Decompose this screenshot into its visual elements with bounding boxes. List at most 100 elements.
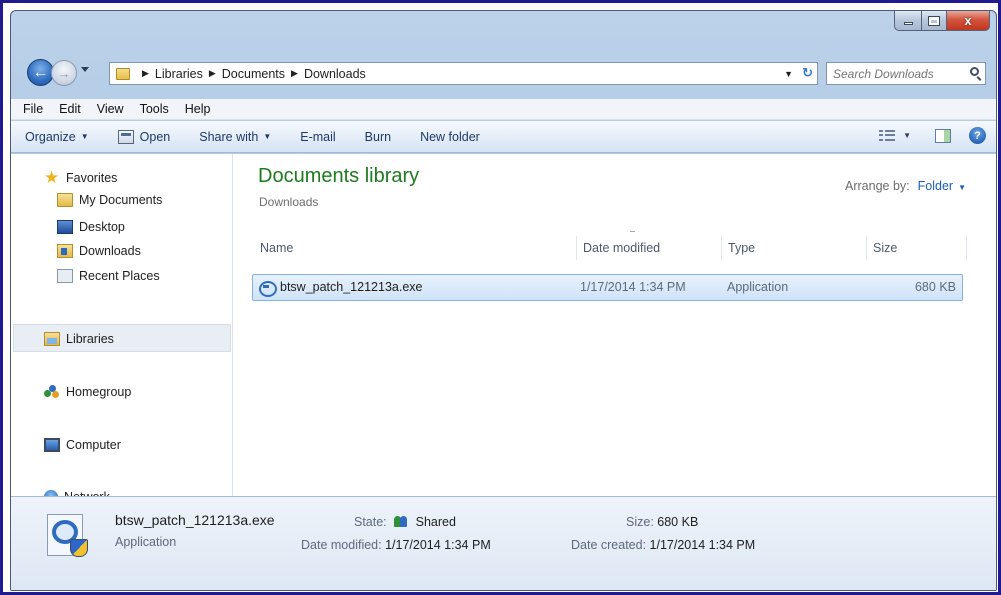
executable-icon — [259, 279, 277, 297]
breadcrumb-separator-icon[interactable]: ▶ — [291, 68, 298, 79]
sidebar-item-label: Recent Places — [79, 269, 160, 283]
column-header-date-modified[interactable]: Date modified — [577, 236, 722, 260]
recent-pages-dropdown[interactable] — [81, 67, 89, 72]
address-dropdown-icon[interactable]: ▼ — [784, 69, 793, 79]
sidebar-item-label: My Documents — [79, 193, 163, 207]
library-subtitle: Downloads — [259, 195, 319, 209]
email-button[interactable]: E-mail — [300, 130, 335, 144]
recent-places-icon — [57, 269, 73, 283]
help-icon[interactable]: ? — [969, 127, 986, 144]
burn-button[interactable]: Burn — [365, 130, 391, 144]
sidebar-item-libraries[interactable]: Libraries — [44, 332, 114, 346]
arrange-by-dropdown[interactable]: Folder — [918, 179, 953, 193]
menu-view[interactable]: View — [89, 102, 132, 116]
details-size: Size: 680 KB — [626, 515, 698, 529]
library-title: Documents library — [258, 165, 420, 187]
sidebar-item-recent-places[interactable]: Recent Places — [57, 269, 160, 283]
view-controls: ▼ ? — [879, 127, 986, 144]
file-type: Application — [727, 280, 789, 294]
details-state-value: Shared — [415, 515, 456, 529]
breadcrumb-downloads[interactable]: Downloads — [304, 67, 366, 81]
details-pane: btsw_patch_121213a.exe Application State… — [11, 496, 996, 590]
organize-button[interactable]: Organize ▼ — [25, 130, 89, 144]
chevron-down-icon[interactable]: ▼ — [903, 131, 911, 140]
file-date-modified: 1/17/2014 1:34 PM — [580, 280, 686, 294]
change-view-icon[interactable] — [879, 129, 896, 142]
address-bar[interactable]: ▶ Libraries ▶ Documents ▶ Downloads ▼ ↻ — [109, 62, 818, 85]
command-bar: Organize ▼ Open Share with ▼ E-mail Burn N… — [11, 121, 996, 153]
sort-indicator-icon — [630, 231, 635, 234]
page-frame: x ← → ▶ Libraries ▶ Documents ▶ Download… — [0, 0, 1001, 595]
details-date-modified-label: Date modified: — [301, 538, 382, 552]
arrange-by-label: Arrange by: — [845, 179, 910, 193]
share-with-button[interactable]: Share with ▼ — [199, 130, 271, 144]
details-date-modified-value: 1/17/2014 1:34 PM — [385, 538, 491, 552]
breadcrumb-separator-icon[interactable]: ▶ — [209, 68, 216, 79]
menu-help[interactable]: Help — [177, 102, 219, 116]
breadcrumb-separator-icon[interactable]: ▶ — [142, 68, 149, 79]
sidebar-item-computer[interactable]: Computer — [44, 438, 121, 452]
star-icon: ★ — [44, 168, 60, 187]
file-row[interactable]: btsw_patch_121213a.exe 1/17/2014 1:34 PM… — [252, 274, 963, 301]
forward-button[interactable]: → — [51, 60, 77, 86]
sidebar-item-desktop[interactable]: Desktop — [57, 220, 125, 234]
refresh-icon[interactable]: ↻ — [802, 65, 813, 81]
search-icon[interactable] — [970, 67, 979, 76]
details-size-label: Size: — [626, 515, 654, 529]
organize-label: Organize — [25, 129, 76, 144]
preview-pane-icon[interactable] — [935, 128, 951, 143]
chevron-down-icon: ▼ — [80, 132, 89, 141]
column-header-type[interactable]: Type — [722, 236, 867, 260]
details-date-created-value: 1/17/2014 1:34 PM — [649, 538, 756, 552]
folder-icon — [57, 193, 73, 207]
chevron-down-icon[interactable]: ▼ — [958, 183, 966, 192]
back-arrow-icon: ← — [32, 63, 49, 81]
search-box[interactable] — [826, 62, 986, 85]
open-button[interactable]: Open — [117, 129, 170, 144]
sidebar-item-label: Downloads — [79, 244, 141, 258]
file-list-pane: Documents library Downloads Arrange by: F… — [234, 154, 996, 496]
navigation-pane: ★ Favorites My Documents Desktop Downloa… — [11, 154, 233, 504]
back-button[interactable]: ← — [27, 59, 54, 86]
libraries-icon — [44, 332, 60, 346]
details-file-type: Application — [115, 535, 177, 549]
new-folder-button[interactable]: New folder — [420, 130, 480, 144]
computer-icon — [44, 438, 60, 452]
breadcrumb-libraries[interactable]: Libraries — [155, 67, 203, 81]
menu-edit[interactable]: Edit — [51, 102, 89, 116]
content-area: ★ Favorites My Documents Desktop Downloa… — [11, 154, 996, 504]
arrange-by: Arrange by: Folder ▼ — [845, 179, 966, 193]
column-header-name[interactable]: Name — [254, 236, 577, 260]
explorer-window: x ← → ▶ Libraries ▶ Documents ▶ Download… — [10, 10, 997, 591]
file-size: 680 KB — [914, 280, 956, 294]
file-name: btsw_patch_121213a.exe — [280, 280, 423, 294]
downloads-icon — [57, 244, 73, 258]
menu-bar: File Edit View Tools Help — [11, 99, 996, 120]
sidebar-item-downloads[interactable]: Downloads — [57, 244, 141, 258]
details-state: State: Shared — [354, 515, 456, 529]
minimize-button[interactable] — [894, 11, 921, 31]
close-button[interactable]: x — [946, 11, 990, 31]
sidebar-item-favorites[interactable]: ★ Favorites — [44, 168, 117, 187]
details-date-created-label: Date created: — [571, 538, 647, 552]
search-input[interactable] — [827, 66, 962, 81]
details-file-name: btsw_patch_121213a.exe — [115, 512, 275, 528]
maximize-icon — [928, 15, 940, 26]
menu-tools[interactable]: Tools — [132, 102, 177, 116]
column-header-size[interactable]: Size — [867, 236, 967, 260]
details-state-label: State: — [354, 515, 387, 529]
sidebar-item-label: Desktop — [79, 220, 125, 234]
sidebar-item-label: Libraries — [66, 332, 114, 346]
shared-users-icon — [394, 515, 408, 527]
desktop-icon — [57, 220, 73, 234]
details-date-created: Date created: 1/17/2014 1:34 PM — [571, 538, 755, 552]
sidebar-item-homegroup[interactable]: Homegroup — [44, 385, 131, 399]
sidebar-item-label: Homegroup — [66, 385, 132, 399]
caption-buttons: x — [894, 11, 990, 31]
application-icon — [43, 512, 89, 558]
maximize-button[interactable] — [921, 11, 946, 31]
sidebar-item-my-documents[interactable]: My Documents — [57, 193, 162, 207]
breadcrumb-documents[interactable]: Documents — [222, 67, 285, 81]
share-with-label: Share with — [199, 129, 259, 144]
menu-file[interactable]: File — [15, 102, 51, 116]
